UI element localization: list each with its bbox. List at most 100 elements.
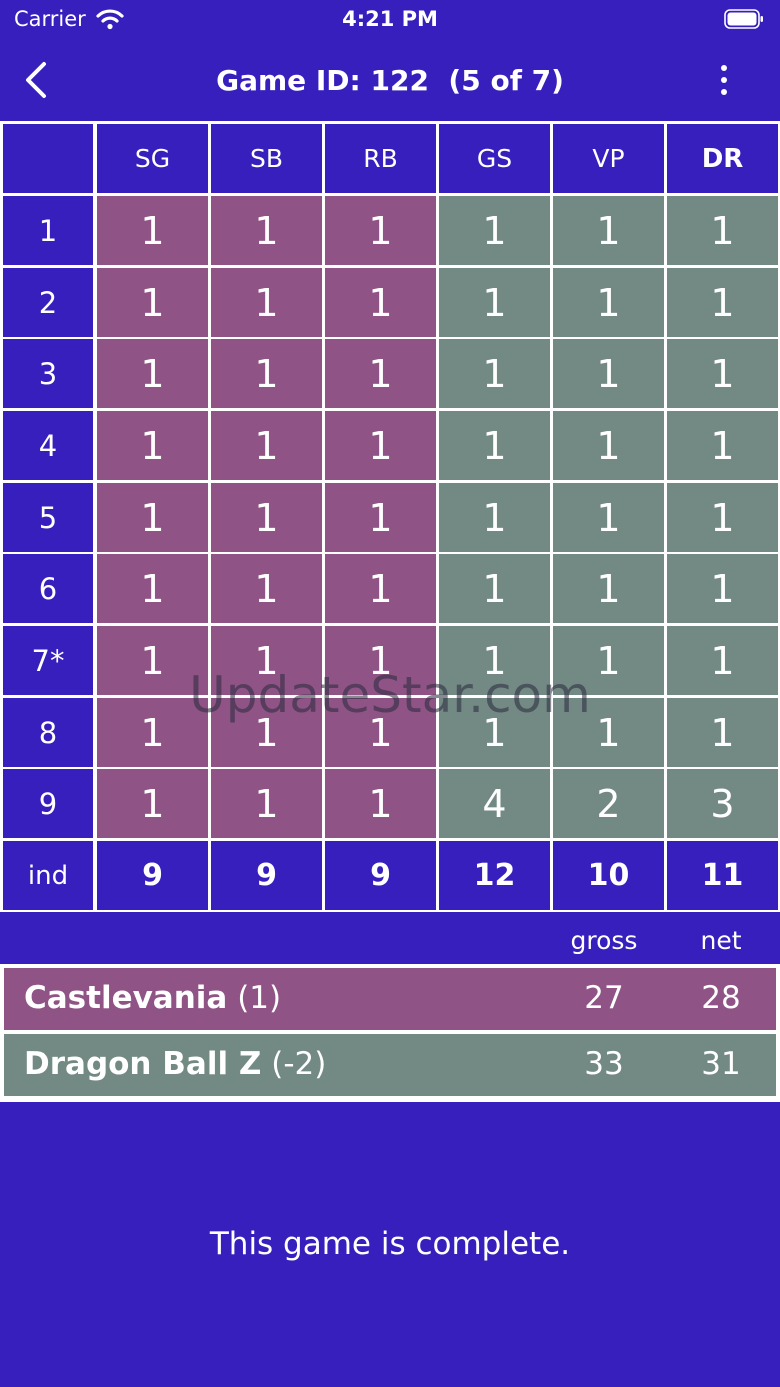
column-header-rb: RB — [325, 124, 436, 193]
page-title: Game ID: 122 (5 of 7) — [216, 64, 564, 97]
hole-label: 1 — [3, 196, 93, 265]
score-cell[interactable]: 1 — [325, 554, 436, 623]
ind-value: 9 — [97, 841, 208, 910]
hole-label: 7* — [3, 626, 93, 695]
team-name: Dragon Ball Z (-2) — [24, 1046, 326, 1082]
gross-column-label: gross — [570, 926, 638, 955]
score-cell[interactable]: 1 — [325, 626, 436, 695]
score-cell[interactable]: 1 — [667, 626, 778, 695]
clock-time: 4:21 PM — [342, 7, 438, 31]
score-cell[interactable]: 1 — [97, 339, 208, 408]
score-cell[interactable]: 1 — [325, 769, 436, 838]
score-cell[interactable]: 1 — [667, 554, 778, 623]
hole-label: 6 — [3, 554, 93, 623]
hole-label: 4 — [3, 411, 93, 480]
ind-value: 10 — [553, 841, 664, 910]
score-cell[interactable]: 1 — [553, 196, 664, 265]
ind-row-label: ind — [3, 841, 93, 910]
score-cell[interactable]: 1 — [553, 483, 664, 552]
score-cell[interactable]: 1 — [97, 411, 208, 480]
column-header-sb: SB — [211, 124, 322, 193]
score-cell[interactable]: 1 — [211, 769, 322, 838]
score-cell[interactable]: 1 — [97, 554, 208, 623]
hole-label: 8 — [3, 698, 93, 767]
score-cell[interactable]: 1 — [439, 268, 550, 337]
score-cell[interactable]: 1 — [667, 268, 778, 337]
totals-header: gross net — [0, 912, 780, 964]
score-cell[interactable]: 1 — [439, 339, 550, 408]
score-cell[interactable]: 1 — [325, 483, 436, 552]
team-gross-score: 27 — [584, 980, 624, 1016]
column-header-vp: VP — [553, 124, 664, 193]
team-net-score: 31 — [701, 1046, 741, 1082]
score-cell[interactable]: 3 — [667, 769, 778, 838]
score-cell[interactable]: 1 — [211, 411, 322, 480]
score-cell[interactable]: 1 — [553, 698, 664, 767]
team-totals: Castlevania (1) 27 28 Dragon Ball Z (-2)… — [0, 964, 780, 1102]
score-cell[interactable]: 1 — [211, 339, 322, 408]
score-cell[interactable]: 1 — [439, 698, 550, 767]
score-cell[interactable]: 1 — [97, 769, 208, 838]
score-cell[interactable]: 2 — [553, 769, 664, 838]
score-cell[interactable]: 4 — [439, 769, 550, 838]
scorecard-grid: SG SB RB GS VP DR 1 1 1 1 1 1 1 2 1 1 1 1 1 1 3 1 1 1 1 1 1 4 1 1 1 1 1 1… — [0, 121, 780, 912]
score-cell[interactable]: 1 — [553, 339, 664, 408]
ind-value: 11 — [667, 841, 778, 910]
net-column-label: net — [700, 926, 742, 955]
score-cell[interactable]: 1 — [553, 554, 664, 623]
team-name: Castlevania (1) — [24, 980, 281, 1016]
score-cell[interactable]: 1 — [211, 698, 322, 767]
score-cell[interactable]: 1 — [439, 196, 550, 265]
score-cell[interactable]: 1 — [97, 483, 208, 552]
navigation-bar: Game ID: 122 (5 of 7) — [0, 48, 780, 114]
score-cell[interactable]: 1 — [553, 268, 664, 337]
score-cell[interactable]: 1 — [325, 339, 436, 408]
score-cell[interactable]: 1 — [553, 626, 664, 695]
ind-value: 12 — [439, 841, 550, 910]
score-cell[interactable]: 1 — [211, 554, 322, 623]
battery-icon — [724, 9, 763, 29]
team-row-castlevania[interactable]: Castlevania (1) 27 28 — [4, 968, 776, 1030]
column-header-gs: GS — [439, 124, 550, 193]
hole-label: 5 — [3, 483, 93, 552]
status-bar: Carrier 4:21 PM — [0, 0, 780, 40]
grid-corner-cell — [3, 124, 93, 193]
score-cell[interactable]: 1 — [211, 196, 322, 265]
score-cell[interactable]: 1 — [439, 626, 550, 695]
score-cell[interactable]: 1 — [97, 268, 208, 337]
score-cell[interactable]: 1 — [667, 698, 778, 767]
hole-label: 9 — [3, 769, 93, 838]
hole-label: 3 — [3, 339, 93, 408]
score-cell[interactable]: 1 — [97, 196, 208, 265]
score-cell[interactable]: 1 — [211, 626, 322, 695]
score-cell[interactable]: 1 — [97, 698, 208, 767]
more-options-icon[interactable] — [706, 62, 742, 98]
score-cell[interactable]: 1 — [439, 554, 550, 623]
team-row-dragon-ball-z[interactable]: Dragon Ball Z (-2) 33 31 — [4, 1034, 776, 1096]
score-cell[interactable]: 1 — [553, 411, 664, 480]
score-cell[interactable]: 1 — [439, 411, 550, 480]
team-gross-score: 33 — [584, 1046, 624, 1082]
score-cell[interactable]: 1 — [325, 411, 436, 480]
team-net-score: 28 — [701, 980, 741, 1016]
hole-label: 2 — [3, 268, 93, 337]
score-cell[interactable]: 1 — [325, 268, 436, 337]
score-cell[interactable]: 1 — [325, 698, 436, 767]
column-header-dr: DR — [667, 124, 778, 193]
score-cell[interactable]: 1 — [667, 411, 778, 480]
score-cell[interactable]: 1 — [667, 339, 778, 408]
score-cell[interactable]: 1 — [211, 483, 322, 552]
score-cell[interactable]: 1 — [211, 268, 322, 337]
column-header-sg: SG — [97, 124, 208, 193]
score-cell[interactable]: 1 — [667, 196, 778, 265]
score-cell[interactable]: 1 — [325, 196, 436, 265]
team-name-text: Castlevania — [24, 980, 228, 1016]
score-cell[interactable]: 1 — [439, 483, 550, 552]
team-handicap: (1) — [237, 980, 282, 1016]
game-complete-message: This game is complete. — [209, 1226, 571, 1262]
team-handicap: (-2) — [271, 1046, 327, 1082]
score-cell[interactable]: 1 — [97, 626, 208, 695]
ind-value: 9 — [325, 841, 436, 910]
score-cell[interactable]: 1 — [667, 483, 778, 552]
team-name-text: Dragon Ball Z — [24, 1046, 262, 1082]
